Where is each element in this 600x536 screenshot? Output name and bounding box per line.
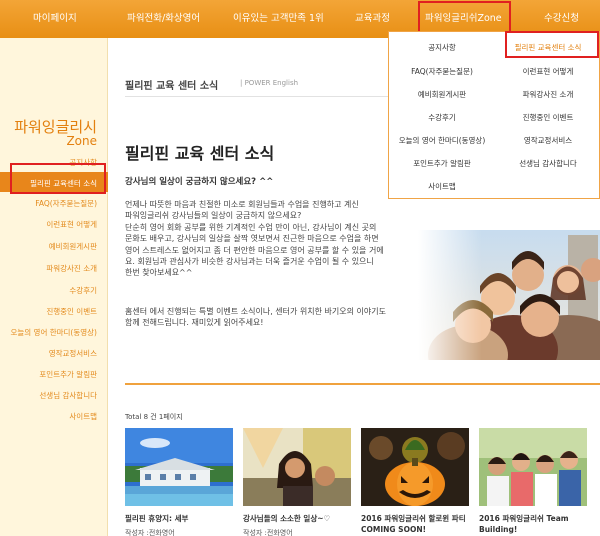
nav-phone-video-english[interactable]: 파워전화/화상영어 bbox=[127, 0, 200, 38]
post-author: 작성자 :전화영어 bbox=[125, 529, 175, 536]
intro-line: 한번 찾아보세요^^ bbox=[125, 268, 193, 278]
nav-mypage[interactable]: 마이페이지 bbox=[33, 0, 77, 38]
sidebar-item-prospective-board[interactable]: 예비회원게시판 bbox=[49, 241, 97, 252]
intro-line: 문화도 배우고, 강사님의 일상을 살짝 엿보면서 진근한 마음으로 수업을 하… bbox=[125, 234, 379, 244]
post-title[interactable]: 필리핀 휴양지: 세부 bbox=[125, 513, 240, 524]
sidebar: 파워잉글리시 Zone 공지사항 필리핀 교육센터 소식 FAQ(자주묻는질문)… bbox=[0, 38, 108, 536]
intro-line: 파워잉글리쉬 강사님들의 일상이 궁금하지 않으세요? bbox=[125, 211, 302, 221]
dropdown-item-daily-english[interactable]: 오늘의 영어 한마디(동영상) bbox=[389, 135, 495, 146]
sidebar-item-expressions[interactable]: 이런표현 어떻게 bbox=[46, 219, 97, 230]
post-card[interactable]: 필리핀 휴양지: 세부 작성자 :전화영어 bbox=[125, 428, 233, 536]
post-title[interactable]: 2016 파워잉글리쉬 Team Building! bbox=[479, 513, 594, 535]
dropdown-item-points[interactable]: 포인트추가 알림판 bbox=[389, 158, 495, 169]
event-paragraph: 홈센터 에서 진행되는 특별 이벤트 소식이나, 센터가 위치한 바기오의 이야… bbox=[125, 306, 415, 329]
sidebar-item-thanks[interactable]: 선생님 감사합니다 bbox=[39, 390, 97, 401]
sidebar-item-correction[interactable]: 영작교정서비스 bbox=[49, 348, 97, 359]
sidebar-active-highlight bbox=[10, 163, 106, 194]
total-count: Total 8 건 1페이지 bbox=[125, 413, 183, 421]
intro-line: 영어 스트레스도 없어지고 좀 더 편안한 마음으로 영어 공부를 할 수 있을… bbox=[125, 245, 384, 255]
sidebar-item-events[interactable]: 진행중인 이벤트 bbox=[46, 306, 97, 317]
intro-line: 언제나 따뜻한 마음과 친절한 미소로 회원님들과 수업을 진행하고 계신 bbox=[125, 200, 359, 209]
intro-line: 단순히 영어 회화 공부를 위한 기계적인 수업 만이 아닌, 강사님이 계신 … bbox=[125, 222, 377, 232]
dropdown-item-sitemap[interactable]: 사이트맵 bbox=[389, 181, 495, 192]
intro-paragraph: 언제나 따뜻한 마음과 친절한 미소로 회원님들과 수업을 진행하고 계신 파워… bbox=[125, 199, 415, 279]
dropdown-item-thanks[interactable]: 선생님 감사합니다 bbox=[495, 158, 600, 169]
dropdown-item-notice[interactable]: 공지사항 bbox=[389, 42, 495, 53]
dropdown-active-highlight bbox=[505, 31, 599, 58]
dropdown-item-correction[interactable]: 영작교정서비스 bbox=[495, 135, 600, 146]
post-thumbnail[interactable] bbox=[243, 428, 351, 506]
dropdown-item-faq[interactable]: FAQ(자주묻는질문) bbox=[389, 66, 495, 77]
sidebar-item-reviews[interactable]: 수강후기 bbox=[69, 285, 97, 296]
post-title[interactable]: 2016 파워잉글리쉬 할로윈 파티 COMING SOON! bbox=[361, 513, 476, 535]
divider bbox=[125, 383, 600, 385]
section-subtitle: | POWER English bbox=[240, 79, 299, 87]
intro-line: 요. 회원님과 관심사가 비슷한 강사님과는 더욱 즐거운 수업이 될 수 있으… bbox=[125, 257, 374, 267]
post-card[interactable]: 2016 파워잉글리쉬 Team Building! bbox=[479, 428, 587, 536]
dropdown-item-teachers[interactable]: 파워강사진 소개 bbox=[495, 89, 600, 100]
post-thumbnail[interactable] bbox=[361, 428, 469, 506]
dropdown-item-reviews[interactable]: 수강후기 bbox=[389, 112, 495, 123]
post-card[interactable]: 2016 파워잉글리쉬 할로윈 파티 COMING SOON! bbox=[361, 428, 469, 536]
sidebar-item-daily-english[interactable]: 오늘의 영어 한마디(동영상) bbox=[10, 327, 97, 338]
page-subtitle: 강사님의 일상이 궁금하지 않으세요? ^^ bbox=[125, 177, 274, 187]
dropdown-item-events[interactable]: 진행중인 이벤트 bbox=[495, 112, 600, 123]
post-thumbnail[interactable] bbox=[125, 428, 233, 506]
sidebar-item-teachers[interactable]: 파워강사진 소개 bbox=[46, 263, 97, 274]
event-line: 홈센터 에서 진행되는 특별 이벤트 소식이나, 센터가 위치한 바기오의 이야… bbox=[125, 307, 386, 316]
sidebar-item-points[interactable]: 포인트추가 알림판 bbox=[39, 369, 97, 380]
sidebar-item-sitemap[interactable]: 사이트맵 bbox=[69, 411, 97, 422]
dropdown-item-prospective-board[interactable]: 예비회원게시판 bbox=[389, 89, 495, 100]
hero-group-photo bbox=[418, 230, 600, 360]
post-title[interactable]: 강사님들의 소소한 일상~♡ bbox=[243, 513, 358, 524]
nav-curriculum[interactable]: 교육과정 bbox=[355, 0, 390, 38]
post-card[interactable]: 강사님들의 소소한 일상~♡ 작성자 :전화영어 bbox=[243, 428, 351, 536]
post-author: 작성자 :전화영어 bbox=[243, 529, 293, 536]
dropdown-item-expressions[interactable]: 이런표현 어떻게 bbox=[495, 66, 600, 77]
sidebar-item-faq[interactable]: FAQ(자주묻는질문) bbox=[35, 198, 97, 209]
nav-customer-satisfaction[interactable]: 이유있는 고객만족 1위 bbox=[233, 0, 324, 38]
post-thumbnail[interactable] bbox=[479, 428, 587, 506]
page-title: 필리핀 교육 센터 소식 bbox=[125, 144, 275, 163]
section-title: 필리핀 교육 센터 소식 bbox=[125, 81, 219, 92]
event-line: 함께 전해드립니다. 재미있게 읽어주세요! bbox=[125, 318, 264, 328]
sidebar-subtitle: Zone bbox=[66, 134, 97, 148]
